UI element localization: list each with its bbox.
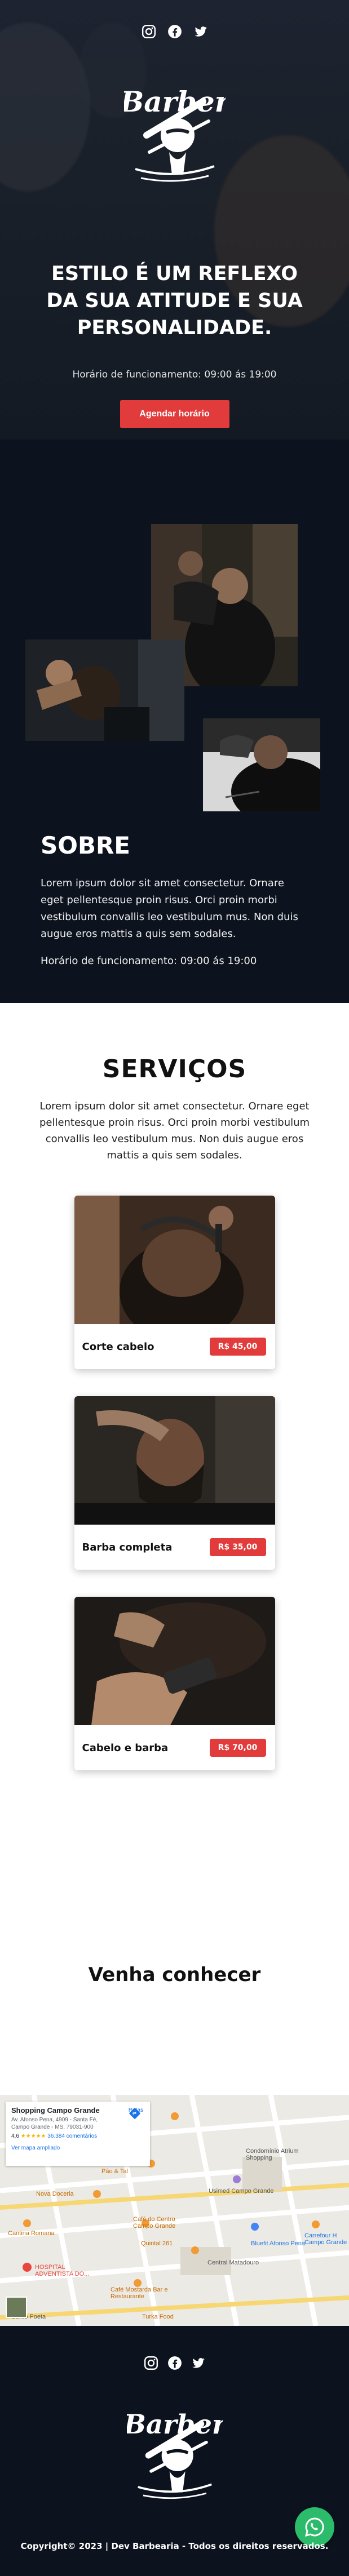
service-name: Corte cabelo — [82, 1340, 154, 1353]
book-appointment-button[interactable]: Agendar horário — [120, 400, 229, 428]
whatsapp-icon — [304, 2517, 324, 2537]
service-price: R$ 45,00 — [209, 1338, 266, 1356]
instagram-icon[interactable] — [143, 2355, 159, 2371]
service-card[interactable]: Cabelo e barba R$ 70,00 — [74, 1597, 275, 1770]
footer-logo-wordmark: Barber — [127, 2409, 223, 2440]
map-place-rating: 4,6 ★★★★★ 36.384 comentários — [11, 2133, 144, 2139]
map-label: Nova Doceria — [36, 2191, 74, 2197]
service-name: Cabelo e barba — [82, 1742, 169, 1754]
twitter-icon[interactable] — [191, 2355, 206, 2371]
map-label: Pão & Tal — [101, 2168, 128, 2175]
view-larger-map-link[interactable]: Ver mapa ampliado — [11, 2145, 144, 2151]
barber-logo: Barber — [118, 68, 231, 186]
map-label: Café Mostarda Bar e Restaurante — [111, 2286, 168, 2300]
logo-wordmark: Barber — [124, 85, 226, 118]
gallery-photo-haircut-closeup — [25, 639, 184, 741]
map-label: Central Matadouro — [207, 2259, 259, 2266]
facebook-icon[interactable] — [167, 2355, 183, 2371]
map-rating-value: 4,6 — [11, 2133, 19, 2139]
map-label: Bluefit Afonso Pena — [251, 2240, 306, 2247]
footer-barber-logo: Barber — [122, 2392, 227, 2503]
about-hours: Horário de funcionamento: 09:00 ás 19:00 — [41, 955, 257, 967]
footer: Barber Copyright© 2023 | Dev Barbearia -… — [0, 2326, 349, 2576]
service-image-hair-and-beard — [74, 1597, 275, 1725]
visit-section: Venha conhecer — [0, 1941, 349, 2095]
directions-icon — [129, 2108, 140, 2119]
map-label: Turka Food — [142, 2313, 174, 2320]
hero-section: Barber ESTILO É UM REFLEXO DA SUA ATITUD… — [0, 0, 349, 439]
about-text: Lorem ipsum dolor sit amet consectetur. … — [41, 877, 298, 940]
service-image-haircut — [74, 1196, 275, 1324]
map-reviews-link[interactable]: 36.384 comentários — [47, 2133, 97, 2139]
map-label: Condomínio Atrium Shopping — [246, 2148, 299, 2161]
map-label: Carrefour H Campo Grande — [304, 2232, 347, 2246]
services-list: Corte cabelo R$ 45,00 Barba completa R$ … — [0, 1196, 349, 1770]
map-label: Usimed Campo Grande — [209, 2188, 274, 2195]
service-name: Barba completa — [82, 1541, 173, 1553]
location-map[interactable]: Condomínio Atrium Shopping Usimed Campo … — [0, 2095, 349, 2326]
map-label: Café do Centro Campo Grande — [133, 2216, 176, 2229]
footer-social-links — [0, 2355, 349, 2371]
facebook-icon[interactable] — [167, 24, 183, 39]
hero-background-shape — [0, 23, 90, 192]
map-label: HOSPITAL ADVENTISTA DO... — [35, 2264, 90, 2277]
service-card[interactable]: Barba completa R$ 35,00 — [74, 1396, 275, 1570]
map-place-card: Shopping Campo Grande Av. Afonso Pena, 4… — [6, 2102, 150, 2166]
map-layer-toggle[interactable] — [6, 2297, 27, 2318]
about-section: SOBRE Lorem ipsum dolor sit amet consect… — [0, 823, 349, 1003]
footer-copyright: Copyright© 2023 | Dev Barbearia - Todos … — [20, 2541, 329, 2551]
instagram-icon[interactable] — [141, 24, 157, 39]
gallery-section — [0, 439, 349, 823]
hero-social-links — [0, 24, 349, 39]
twitter-icon[interactable] — [193, 24, 209, 39]
services-title: SERVIÇOS — [102, 1055, 247, 1083]
gallery-photo-beard-shave — [203, 718, 320, 811]
star-icon: ★★★★★ — [20, 2133, 46, 2139]
about-title: SOBRE — [41, 832, 130, 859]
service-price: R$ 70,00 — [209, 1739, 266, 1757]
directions-button[interactable]: Rotas — [129, 2107, 143, 2119]
service-image-beard — [74, 1396, 275, 1525]
services-section: SERVIÇOS Lorem ipsum dolor sit amet cons… — [0, 1003, 349, 1941]
service-card[interactable]: Corte cabelo R$ 45,00 — [74, 1196, 275, 1369]
services-intro: Lorem ipsum dolor sit amet consectetur. … — [39, 1100, 310, 1161]
hero-hours: Horário de funcionamento: 09:00 ás 19:00 — [72, 369, 277, 380]
map-label: Cantina Romana — [8, 2230, 55, 2237]
visit-title: Venha conhecer — [88, 1964, 261, 1986]
map-label: Quintal 261 — [141, 2240, 173, 2247]
map-place-address: Av. Afonso Pena, 4909 - Santa Fé, Campo … — [11, 2117, 98, 2130]
service-price: R$ 35,00 — [209, 1538, 266, 1556]
map-place-name: Shopping Campo Grande — [11, 2106, 100, 2115]
hero-headline: ESTILO É UM REFLEXO DA SUA ATITUDE E SUA… — [46, 263, 303, 339]
